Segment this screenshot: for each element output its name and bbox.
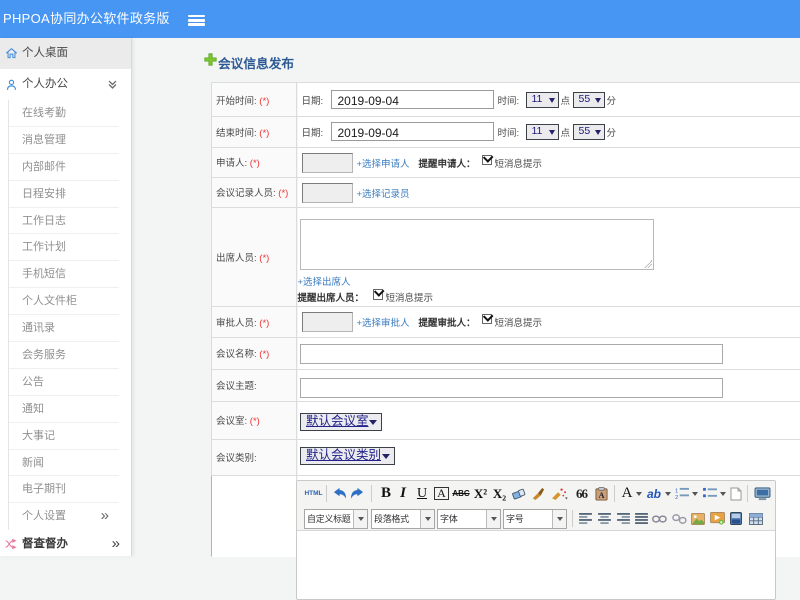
svg-text:A: A — [598, 491, 604, 500]
svg-text:2: 2 — [675, 495, 678, 500]
svg-text:1: 1 — [675, 489, 678, 495]
